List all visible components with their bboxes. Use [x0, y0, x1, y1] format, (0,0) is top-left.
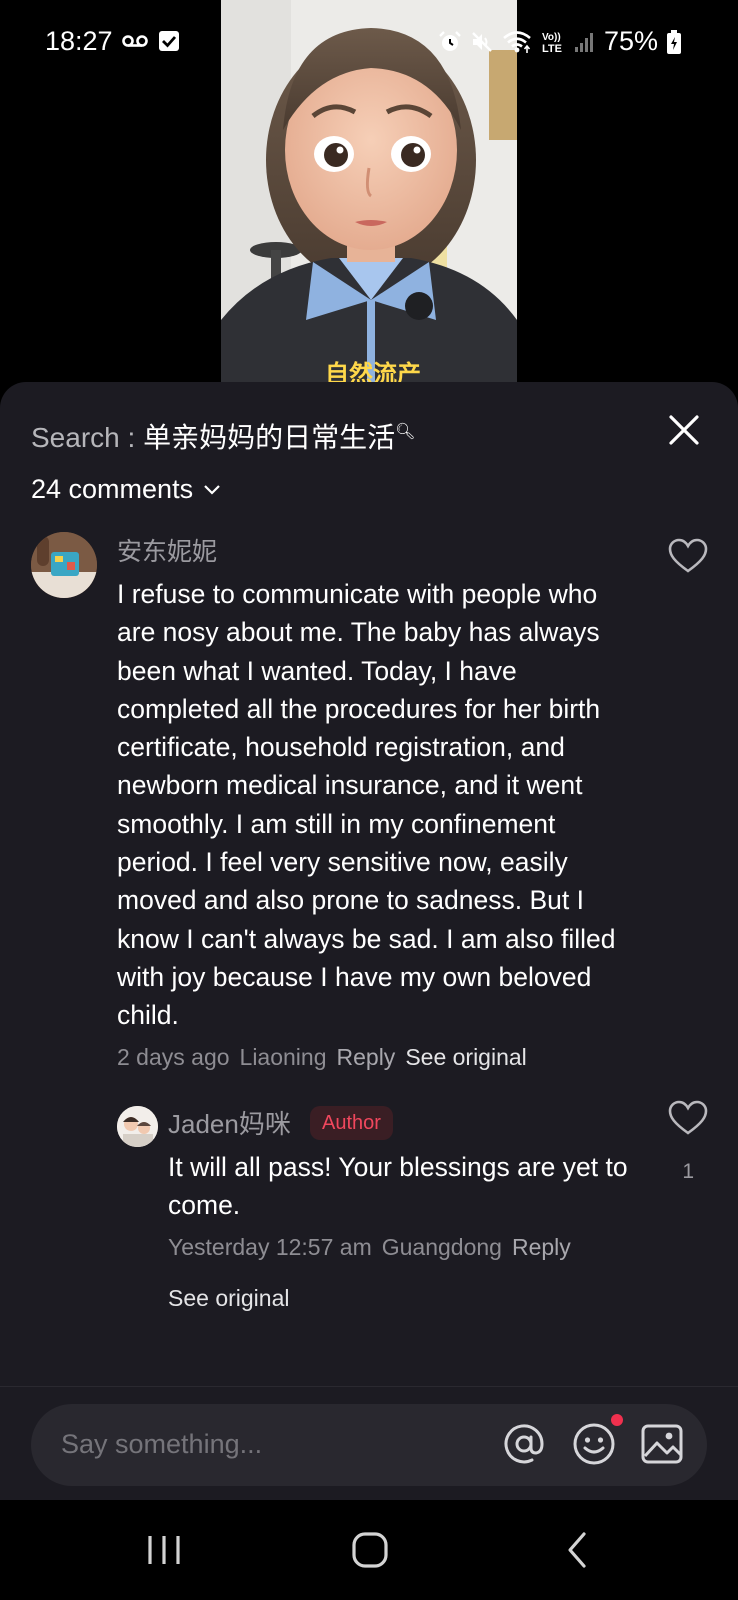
svg-text:LTE: LTE — [542, 43, 562, 54]
status-bar: 18:27 Vo)) LTE 75% — [0, 0, 738, 82]
reply-username[interactable]: Jaden妈咪 — [168, 1104, 291, 1141]
avatar[interactable] — [31, 532, 97, 598]
comment-time: 2 days ago — [117, 1044, 230, 1070]
search-suggestion[interactable]: Search : 单亲妈妈的日常生活🔍︎ — [31, 416, 658, 456]
signal-icon — [574, 32, 593, 52]
battery-percent: 75% — [603, 26, 658, 56]
comment-location: Liaoning — [239, 1044, 327, 1070]
reply-time: Yesterday 12:57 am — [168, 1234, 372, 1260]
avatar-image — [31, 532, 97, 598]
volte-icon: Vo)) LTE — [542, 32, 562, 54]
check-box-icon — [159, 31, 179, 51]
system-nav-bar — [0, 1500, 738, 1600]
comment-username[interactable]: 安东妮妮 — [117, 532, 217, 568]
comment-count-sort[interactable]: 24 comments — [31, 474, 221, 505]
input-placeholder: Say something... — [61, 1429, 263, 1459]
image-icon[interactable] — [639, 1421, 685, 1467]
battery-icon — [667, 29, 681, 54]
comment-text: I refuse to communicate with people who … — [117, 579, 616, 1031]
heart-icon[interactable] — [668, 538, 708, 574]
avatar-image — [117, 1106, 158, 1147]
comment-count: 24 comments — [31, 474, 194, 504]
comment-meta: 2 days ago Liaoning Reply See original — [117, 1044, 527, 1071]
comments-sheet: Search : 单亲妈妈的日常生活🔍︎ 24 comments 安东妮妮 I … — [0, 382, 738, 1500]
see-original-button[interactable]: See original — [405, 1044, 526, 1071]
reply-button[interactable]: Reply — [512, 1234, 571, 1261]
reply-button[interactable]: Reply — [337, 1044, 396, 1071]
search-icon: 🔍︎ — [395, 423, 416, 441]
recent-apps-icon[interactable] — [142, 1530, 186, 1570]
emoji-icon[interactable] — [571, 1421, 617, 1467]
reply-avatar[interactable] — [117, 1106, 158, 1147]
like-count: 1 — [682, 1160, 694, 1183]
status-right-icons: Vo)) LTE 75% — [438, 26, 682, 57]
status-left-icons — [122, 30, 180, 52]
reply-location: Guangdong — [381, 1234, 502, 1260]
wifi-icon — [503, 30, 531, 53]
close-icon[interactable] — [666, 412, 702, 448]
alarm-icon — [439, 30, 461, 51]
see-original-button[interactable]: See original — [168, 1285, 289, 1312]
mention-icon[interactable] — [501, 1421, 547, 1467]
chevron-down-icon — [204, 484, 220, 495]
heart-icon[interactable] — [668, 1100, 708, 1136]
search-prefix: Search : — [31, 422, 144, 453]
status-time: 18:27 — [45, 26, 113, 56]
voicemail-icon — [122, 35, 148, 47]
mute-icon — [472, 31, 492, 52]
back-icon[interactable] — [556, 1530, 600, 1570]
comment-input-bar: Say something... — [0, 1386, 738, 1500]
comment-input[interactable]: Say something... — [31, 1404, 707, 1486]
author-badge: Author — [310, 1106, 393, 1140]
video-caption: 自然流产 — [325, 360, 421, 382]
home-icon[interactable] — [348, 1530, 392, 1570]
reply-meta: Yesterday 12:57 am Guangdong Reply — [168, 1234, 571, 1261]
notification-dot — [611, 1414, 623, 1426]
reply-text: It will all pass! Your blessings are yet… — [168, 1152, 628, 1221]
svg-text:Vo)): Vo)) — [542, 32, 561, 43]
search-term[interactable]: 单亲妈妈的日常生活 — [143, 422, 395, 453]
